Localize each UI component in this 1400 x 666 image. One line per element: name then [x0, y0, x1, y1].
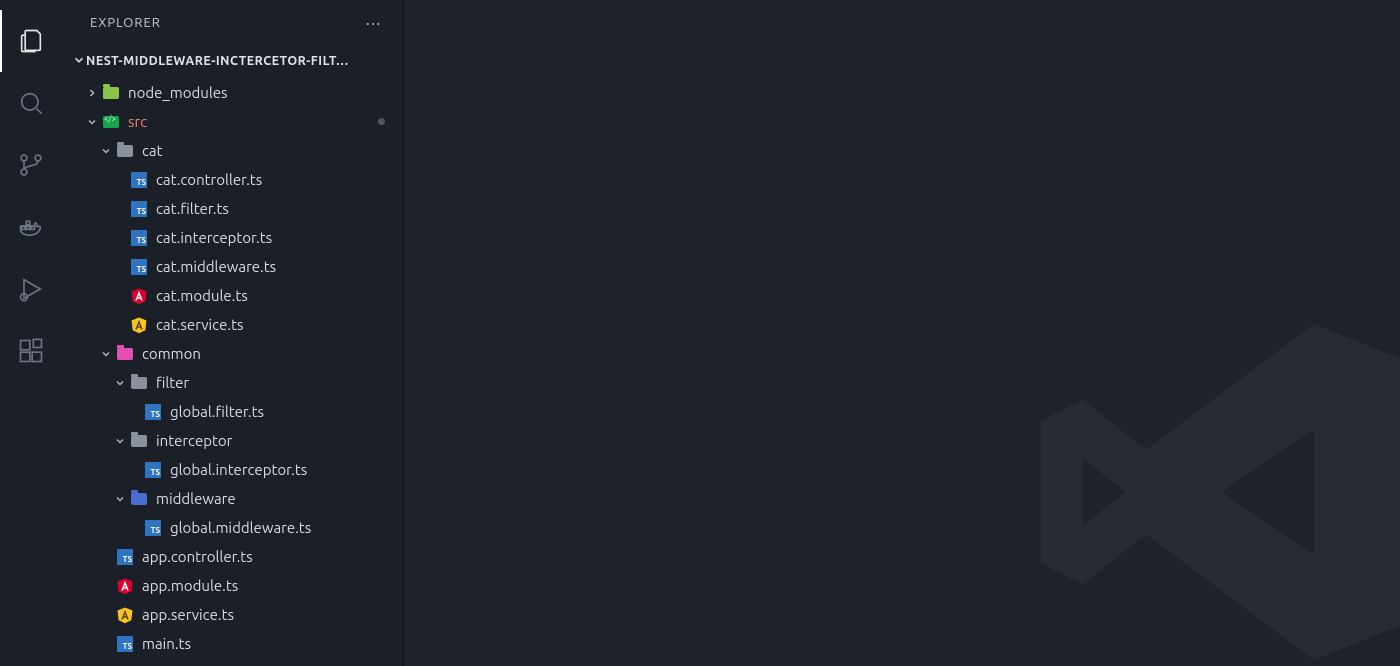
activity-extensions[interactable]: [0, 320, 62, 382]
ts-icon: [116, 635, 134, 653]
folder-row[interactable]: interceptor: [62, 426, 403, 455]
tree-item-label: cat.filter.ts: [156, 200, 229, 217]
chevron-down-icon[interactable]: [98, 145, 114, 157]
tree-item-label: interceptor: [156, 432, 232, 449]
file-tree: node_modulessrc cat cat.controller.ts cat.f…: [62, 76, 403, 666]
ts-icon: [144, 461, 162, 479]
ang-red-icon: [130, 287, 148, 305]
folder-blue-icon: [130, 490, 148, 508]
explorer-sidebar: EXPLORER ⋯ NEST-MIDDLEWARE-INCTERCETOR-F…: [62, 0, 404, 666]
play-bug-icon: [17, 275, 45, 303]
activity-docker[interactable]: [0, 196, 62, 258]
tree-item-label: src: [128, 113, 147, 130]
chevron-right-icon[interactable]: [84, 87, 100, 99]
app-root: EXPLORER ⋯ NEST-MIDDLEWARE-INCTERCETOR-F…: [0, 0, 1400, 666]
tree-item-label: global.interceptor.ts: [170, 461, 307, 478]
chevron-down-icon[interactable]: [112, 435, 128, 447]
extensions-icon: [17, 337, 45, 365]
file-row[interactable]: cat.filter.ts: [62, 194, 403, 223]
folder-grey-icon: [130, 374, 148, 392]
explorer-title: EXPLORER: [90, 16, 161, 30]
tree-item-label: common: [142, 345, 201, 362]
ang-red-icon: [116, 577, 134, 595]
explorer-header: EXPLORER ⋯: [62, 0, 403, 46]
folder-green-icon: [102, 84, 120, 102]
folder-row[interactable]: middleware: [62, 484, 403, 513]
tree-item-label: filter: [156, 374, 189, 391]
ang-yellow-icon: [116, 606, 134, 624]
folder-row[interactable]: cat: [62, 136, 403, 165]
file-row[interactable]: cat.interceptor.ts: [62, 223, 403, 252]
docker-icon: [17, 213, 45, 241]
folder-row[interactable]: filter: [62, 368, 403, 397]
ts-icon: [144, 519, 162, 537]
tree-item-label: app.service.ts: [142, 606, 234, 623]
tree-item-label: node_modules: [128, 84, 228, 101]
explorer-more-button[interactable]: ⋯: [365, 14, 383, 33]
chevron-down-icon[interactable]: [84, 116, 100, 128]
chevron-down-icon[interactable]: [98, 348, 114, 360]
activity-explorer[interactable]: [0, 10, 62, 72]
folder-row[interactable]: common: [62, 339, 403, 368]
chevron-down-icon: [72, 53, 86, 70]
file-row[interactable]: cat.middleware.ts: [62, 252, 403, 281]
git-branch-icon: [17, 151, 45, 179]
tree-item-label: middleware: [156, 490, 236, 507]
editor-area: [404, 0, 1400, 666]
folder-grey-icon: [116, 142, 134, 160]
chevron-down-icon[interactable]: [112, 377, 128, 389]
ts-icon: [144, 403, 162, 421]
tree-item-label: cat.interceptor.ts: [156, 229, 272, 246]
tree-item-label: cat.middleware.ts: [156, 258, 276, 275]
activity-search[interactable]: [0, 72, 62, 134]
file-row[interactable]: app.service.ts: [62, 600, 403, 629]
modified-dot-icon: [378, 118, 385, 125]
folder-row[interactable]: src: [62, 107, 403, 136]
file-row[interactable]: main.ts: [62, 629, 403, 658]
folder-row[interactable]: node_modules: [62, 78, 403, 107]
search-icon: [17, 89, 45, 117]
ang-yellow-icon: [130, 316, 148, 334]
activity-bar: [0, 0, 62, 666]
file-row[interactable]: cat.controller.ts: [62, 165, 403, 194]
ts-icon: [130, 258, 148, 276]
chevron-down-icon[interactable]: [112, 493, 128, 505]
tree-item-label: app.controller.ts: [142, 548, 253, 565]
file-row[interactable]: global.filter.ts: [62, 397, 403, 426]
tree-item-label: cat: [142, 142, 163, 159]
folder-pink-icon: [116, 345, 134, 363]
file-row[interactable]: app.controller.ts: [62, 542, 403, 571]
files-icon: [17, 27, 45, 55]
file-row[interactable]: app.module.ts: [62, 571, 403, 600]
file-row[interactable]: cat.module.ts: [62, 281, 403, 310]
ts-icon: [116, 548, 134, 566]
activity-run-debug[interactable]: [0, 258, 62, 320]
folder-grey-icon: [130, 432, 148, 450]
file-row[interactable]: cat.service.ts: [62, 310, 403, 339]
tree-item-label: cat.controller.ts: [156, 171, 262, 188]
tree-item-label: global.middleware.ts: [170, 519, 311, 536]
tree-item-label: cat.module.ts: [156, 287, 248, 304]
ts-icon: [130, 229, 148, 247]
tree-item-label: cat.service.ts: [156, 316, 243, 333]
project-name: NEST-MIDDLEWARE-INCTERCETOR-FILT…: [86, 54, 393, 68]
activity-source-control[interactable]: [0, 134, 62, 196]
vscode-watermark-icon: [1020, 282, 1400, 666]
file-row[interactable]: global.middleware.ts: [62, 513, 403, 542]
file-row[interactable]: global.interceptor.ts: [62, 455, 403, 484]
tree-item-label: global.filter.ts: [170, 403, 264, 420]
folder-src-icon: [102, 113, 120, 131]
ts-icon: [130, 200, 148, 218]
project-section-header[interactable]: NEST-MIDDLEWARE-INCTERCETOR-FILT…: [62, 46, 403, 76]
tree-item-label: app.module.ts: [142, 577, 238, 594]
ts-icon: [130, 171, 148, 189]
tree-item-label: main.ts: [142, 635, 191, 652]
